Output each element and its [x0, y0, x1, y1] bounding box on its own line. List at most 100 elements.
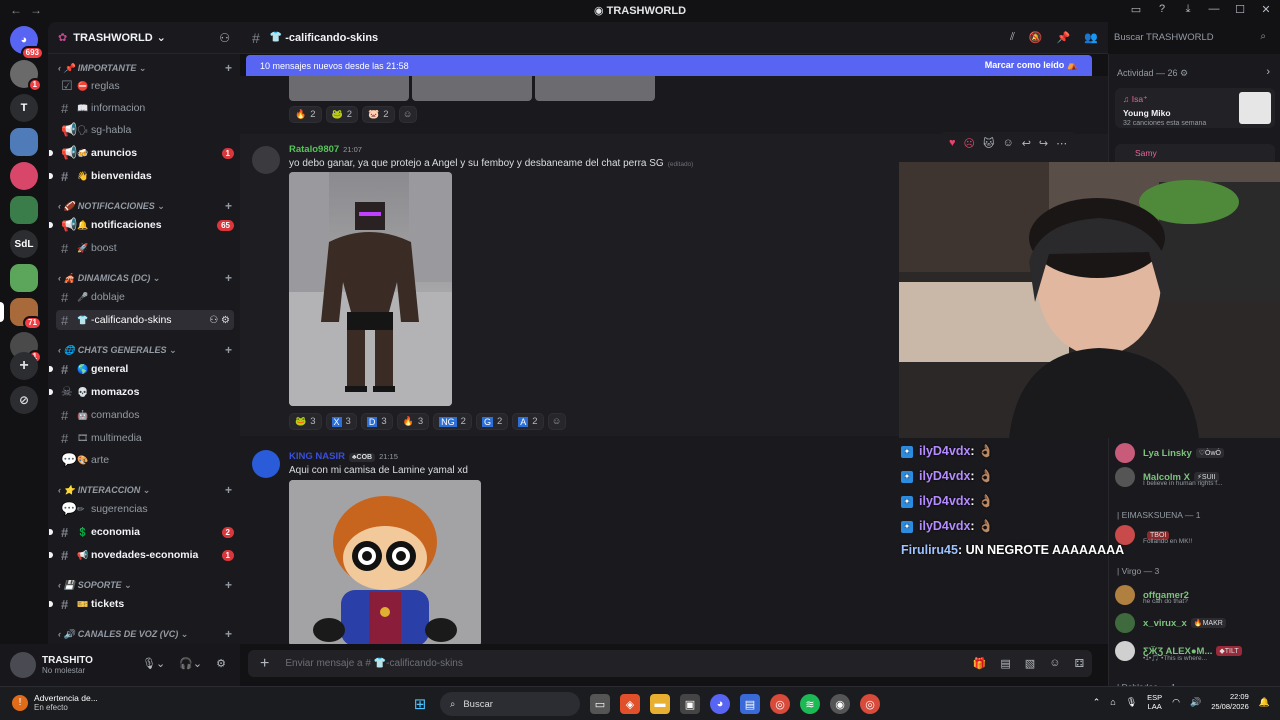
gear-icon[interactable]: ⚙ — [221, 315, 230, 326]
reaction[interactable]: A2 — [512, 413, 544, 430]
discord-icon[interactable]: ◕ — [710, 694, 730, 714]
channel-doblaje[interactable]: # 🎤 doblaje — [56, 287, 234, 307]
channel-tickets[interactable]: # 🎫 tickets — [49, 594, 234, 614]
channel-reglas[interactable]: ☑ ⛔ reglas — [56, 76, 234, 96]
invite-icon[interactable]: ⚇ — [209, 315, 218, 326]
taskbar-search[interactable]: ⌕ Buscar — [440, 692, 580, 716]
spotify-icon[interactable]: ≋ — [800, 694, 820, 714]
channel-bienvenidas[interactable]: # 👋 bienvenidas — [49, 166, 234, 186]
author-name[interactable]: Ratalo9807 — [289, 144, 339, 155]
avatar[interactable] — [252, 146, 280, 174]
new-messages-bar[interactable]: 10 mensajes nuevos desde las 21:58 Marca… — [246, 55, 1092, 76]
server-5[interactable] — [10, 196, 38, 224]
channel-informacion[interactable]: # 📖 informacion — [56, 98, 234, 118]
skin-image[interactable] — [289, 480, 481, 644]
message-author[interactable]: KING NASIR ♣COB 21:15 — [289, 451, 398, 462]
server-7[interactable] — [10, 264, 38, 292]
notifications-icon[interactable]: 🔔 — [1259, 697, 1270, 708]
channel-calificando-skins[interactable]: # 👕 -calificando-skins ⚇ ⚙ — [56, 310, 234, 330]
channel-anuncios[interactable]: 📢 🍻 anuncios 1 — [49, 143, 234, 163]
weather-widget[interactable]: ! Advertencia de... En efecto — [12, 693, 98, 712]
help-icon[interactable]: ? — [1156, 3, 1168, 16]
server-SdL[interactable]: SdL — [10, 230, 38, 258]
invite-icon[interactable]: ⚇ — [219, 31, 230, 45]
apps-icon[interactable]: ⚃ — [1074, 657, 1084, 670]
category-dinamicas[interactable]: ‹ 🎪 DINAMICAS (DC) ⌄ + — [58, 270, 232, 286]
reaction[interactable]: NG 2 — [433, 413, 472, 430]
channel-momazos[interactable]: ☠ 💀 momazos — [49, 382, 234, 402]
attachment-image[interactable] — [289, 76, 409, 101]
task-view-icon[interactable]: ▭ — [590, 694, 610, 714]
server-4[interactable] — [10, 162, 38, 190]
language-indicator[interactable]: ESP LAA — [1147, 693, 1162, 711]
attachment-image[interactable] — [412, 76, 532, 101]
reaction[interactable]: X3 — [325, 413, 357, 430]
obs-icon[interactable]: ◉ — [830, 694, 850, 714]
channel-general[interactable]: # 🌎 general — [49, 359, 234, 379]
add-reaction-button[interactable]: ☺ — [547, 413, 566, 430]
mute-icon[interactable]: 🔕 — [1029, 31, 1043, 44]
threads-icon[interactable]: ⫽ — [1010, 31, 1015, 44]
chevron-up-icon[interactable]: ⌃ — [1093, 697, 1101, 708]
reaction[interactable]: D3 — [360, 413, 393, 430]
add-reaction-icon[interactable]: ☺ — [1002, 137, 1013, 149]
member-item[interactable]: x_virux_x 🔥MAKR — [1115, 612, 1277, 634]
plus-icon[interactable]: + — [260, 655, 269, 673]
reaction[interactable]: 🔥 3 — [396, 413, 430, 430]
download-icon[interactable]: ⤓ — [1182, 3, 1194, 16]
members-icon[interactable]: 👥 — [1084, 31, 1098, 44]
clock[interactable]: 22:09 25/08/2026 — [1211, 692, 1249, 712]
folder-icon[interactable]: ▬ — [650, 694, 670, 714]
member-item[interactable]: offgamer2 he can do that? — [1115, 584, 1277, 606]
gif-icon[interactable]: ▤ — [1000, 657, 1010, 670]
member-item[interactable]: Malcolm X ⚡SUII I believe in human rights … — [1115, 466, 1277, 488]
server-header[interactable]: ✿ TRASHWORLD ⌄ ⚇ — [48, 22, 240, 54]
add-channel-icon[interactable]: + — [225, 199, 232, 213]
notepad-icon[interactable]: ▤ — [740, 694, 760, 714]
headphones-icon[interactable]: 🎧⌄ — [179, 657, 202, 670]
forward-icon[interactable]: ↪ — [1039, 137, 1048, 150]
reaction[interactable]: 🐷 2 — [362, 106, 395, 123]
microphone-icon[interactable]: 🎙⌄ — [142, 657, 165, 670]
chrome-icon[interactable]: ◎ — [860, 694, 880, 714]
close-icon[interactable]: ✕ — [1260, 3, 1272, 16]
member-item[interactable]: TBOI Follando en MK!! — [1115, 524, 1277, 546]
reaction[interactable]: G2 — [475, 413, 509, 430]
category-canales-de-voz[interactable]: ‹ 🔊 CANALES DE VOZ (VC) ⌄ + — [58, 626, 232, 642]
avatar[interactable] — [252, 450, 280, 478]
attachment-image[interactable] — [535, 76, 655, 101]
emoji-icon[interactable]: ☺ — [1049, 657, 1060, 670]
heart-reaction-icon[interactable]: ♥ — [949, 137, 956, 149]
pin-icon[interactable]: 📌 — [1057, 31, 1071, 44]
channel-boost[interactable]: # 🚀 boost — [56, 238, 234, 258]
cat-reaction-icon[interactable]: 🐱 — [983, 137, 994, 150]
add-channel-icon[interactable]: + — [225, 627, 232, 641]
channel-comandos[interactable]: # 🤖 comandos — [56, 405, 234, 425]
channel-notificaciones[interactable]: 📢 🔔 notificaciones 65 — [49, 215, 234, 235]
sad-reaction-icon[interactable]: ☹ — [964, 137, 975, 150]
windows-start-icon[interactable]: ⊞ — [410, 694, 430, 714]
gear-icon[interactable]: ⚙ — [216, 657, 226, 670]
add-reaction-button[interactable]: ☺ — [398, 106, 417, 123]
search-input[interactable]: Buscar TRASHWORLD ⌕ — [1108, 28, 1272, 48]
channel-arte[interactable]: 💬 🎨 arte — [56, 450, 234, 470]
add-channel-icon[interactable]: + — [225, 61, 232, 75]
gift-icon[interactable]: 🎁 — [973, 657, 987, 670]
activity-card[interactable]: ♫ Isa⁺ Young Miko 32 canciones esta sema… — [1115, 88, 1275, 128]
server-trashworld[interactable]: 71 — [0, 298, 42, 330]
reaction[interactable]: 🔥 2 — [289, 106, 322, 123]
add-channel-icon[interactable]: + — [225, 343, 232, 357]
sticker-icon[interactable]: ▧ — [1025, 657, 1035, 670]
category-interaccion[interactable]: ‹ ⭐ INTERACCION ⌄ + — [58, 482, 232, 498]
add-channel-icon[interactable]: + — [225, 483, 232, 497]
channel-multimedia[interactable]: # 🎞 multimedia — [56, 428, 234, 448]
author-name[interactable]: KING NASIR — [289, 451, 345, 462]
user-avatar[interactable] — [10, 652, 36, 678]
channel-sugerencias[interactable]: 💬 ✏ sugerencias — [56, 499, 234, 519]
category-notificaciones[interactable]: ‹ 🏈 NOTIFICACIONES ⌄ + — [58, 198, 232, 214]
mic-icon[interactable]: 🎙 — [1126, 697, 1137, 708]
volume-icon[interactable]: 🔊 — [1190, 697, 1201, 708]
add-channel-icon[interactable]: + — [225, 578, 232, 592]
reaction[interactable]: 🐸 2 — [325, 106, 359, 123]
channel-tools[interactable]: ⚇ ⚙ — [209, 315, 230, 326]
